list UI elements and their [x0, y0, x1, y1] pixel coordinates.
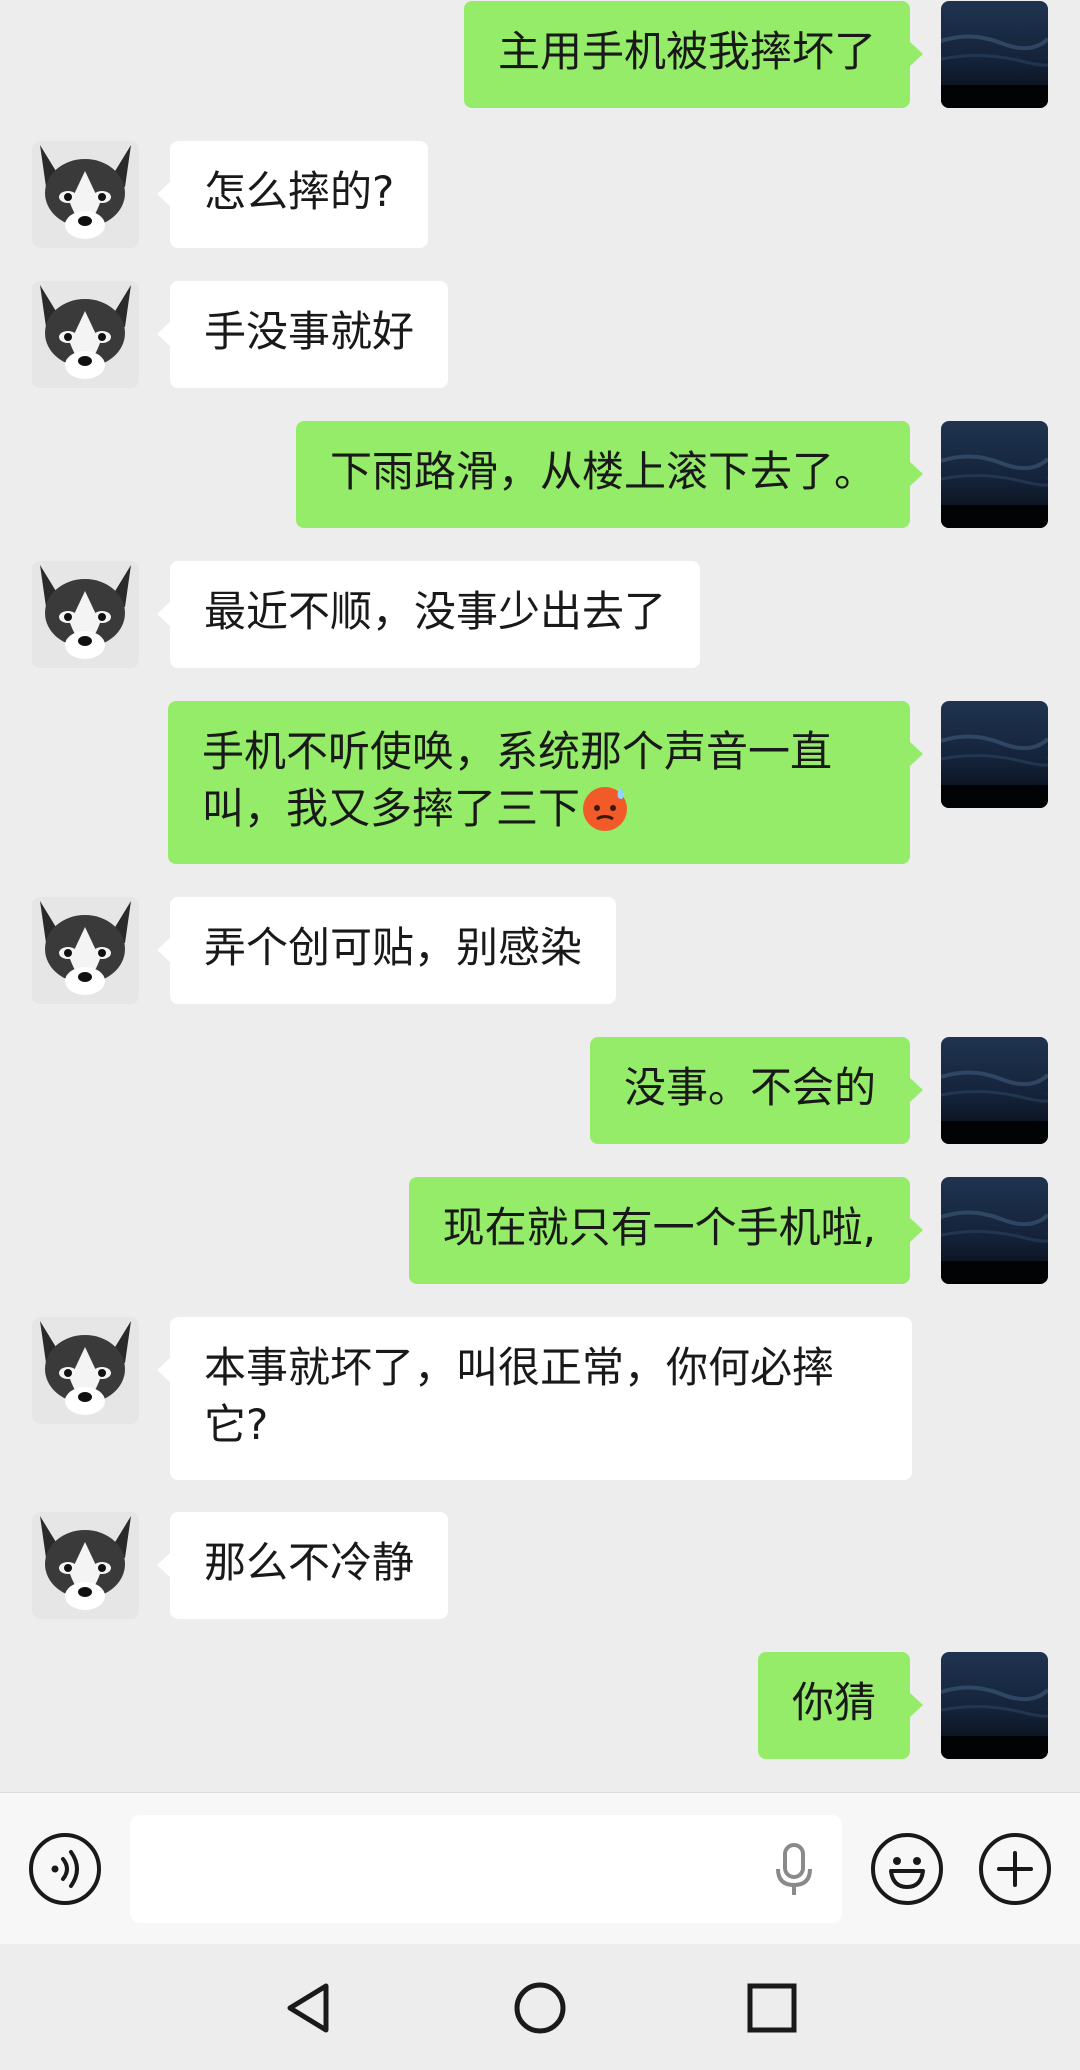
message-row-outgoing: 下雨路滑，从楼上滚下去了。 [0, 421, 1080, 528]
message-row-incoming: 怎么摔的? [0, 141, 1080, 248]
message-text: 你猜 [791, 1678, 876, 1727]
message-row-outgoing: 主用手机被我摔坏了 [0, 1, 1080, 108]
my-avatar[interactable] [941, 421, 1048, 528]
plus-icon[interactable] [979, 1833, 1051, 1905]
message-row-outgoing: 没事。不会的 [0, 1037, 1080, 1144]
message-text: 弄个创可贴，别感染 [204, 923, 583, 972]
message-text: 手没事就好 [204, 307, 415, 356]
message-bubble-incoming[interactable]: 最近不顺，没事少出去了 [156, 561, 701, 668]
message-text: 现在就只有一个手机啦, [442, 1203, 876, 1252]
message-text: 怎么摔的? [204, 167, 395, 216]
message-row-incoming: 那么不冷静 [0, 1512, 1080, 1619]
my-avatar[interactable] [941, 1652, 1048, 1759]
message-bubble-outgoing[interactable]: 主用手机被我摔坏了 [463, 1, 924, 108]
message-input[interactable] [130, 1815, 842, 1923]
contact-avatar[interactable] [32, 897, 139, 1004]
message-row-outgoing: 你猜 [0, 1652, 1080, 1759]
voice-icon[interactable] [29, 1833, 101, 1905]
contact-avatar[interactable] [32, 281, 139, 388]
message-row-outgoing: 现在就只有一个手机啦, [0, 1177, 1080, 1284]
contact-avatar[interactable] [32, 1317, 139, 1424]
message-bubble-incoming[interactable]: 那么不冷静 [156, 1512, 449, 1619]
message-text: 主用手机被我摔坏了 [497, 27, 876, 76]
message-row-incoming: 手没事就好 [0, 281, 1080, 388]
back-triangle-icon[interactable] [280, 1980, 336, 2036]
microphone-icon[interactable] [770, 1841, 818, 1899]
message-bubble-outgoing[interactable]: 下雨路滑，从楼上滚下去了。 [295, 421, 924, 528]
message-text: 那么不冷静 [204, 1538, 415, 1587]
message-bubble-outgoing[interactable]: 手机不听使唤，系统那个声音一直叫，我又多摔了三下 [168, 701, 923, 864]
contact-avatar[interactable] [32, 1512, 139, 1619]
message-bubble-outgoing[interactable]: 没事。不会的 [589, 1037, 924, 1144]
my-avatar[interactable] [941, 1037, 1048, 1144]
my-avatar[interactable] [941, 1177, 1048, 1284]
message-bubble-outgoing[interactable]: 你猜 [757, 1652, 924, 1759]
message-row-incoming: 本事就坏了，叫很正常，你何必摔它? [0, 1317, 1080, 1480]
message-text: 最近不顺，没事少出去了 [204, 587, 667, 636]
home-circle-icon[interactable] [512, 1980, 568, 2036]
recents-square-icon[interactable] [744, 1980, 800, 2036]
message-text: 本事就坏了，叫很正常，你何必摔它? [204, 1343, 835, 1449]
message-row-incoming: 最近不顺，没事少出去了 [0, 561, 1080, 668]
contact-avatar[interactable] [32, 561, 139, 668]
my-avatar[interactable] [941, 1, 1048, 108]
message-bubble-incoming[interactable]: 怎么摔的? [156, 141, 429, 248]
contact-avatar[interactable] [32, 141, 139, 248]
message-text: 下雨路滑，从楼上滚下去了。 [329, 447, 876, 496]
message-text: 手机不听使唤，系统那个声音一直叫，我又多摔了三下 [202, 727, 833, 833]
cold-sweat-face-emoji-icon [580, 783, 630, 833]
message-bubble-incoming[interactable]: 弄个创可贴，别感染 [156, 897, 617, 1004]
chat-area[interactable]: 主用手机被我摔坏了 怎么摔的? 手没事就好 下雨路滑，从楼上滚下去了。 最近不顺… [0, 0, 1080, 1792]
my-avatar[interactable] [941, 701, 1048, 808]
system-nav-bar [0, 1944, 1080, 2070]
message-bubble-incoming[interactable]: 手没事就好 [156, 281, 449, 388]
input-bar [0, 1792, 1080, 1945]
message-bubble-incoming[interactable]: 本事就坏了，叫很正常，你何必摔它? [157, 1317, 912, 1480]
message-bubble-outgoing[interactable]: 现在就只有一个手机啦, [408, 1177, 924, 1284]
message-row-outgoing: 手机不听使唤，系统那个声音一直叫，我又多摔了三下 [0, 701, 1080, 864]
message-row-incoming: 弄个创可贴，别感染 [0, 897, 1080, 1004]
message-text: 没事。不会的 [623, 1063, 876, 1112]
emoji-icon[interactable] [871, 1833, 943, 1905]
